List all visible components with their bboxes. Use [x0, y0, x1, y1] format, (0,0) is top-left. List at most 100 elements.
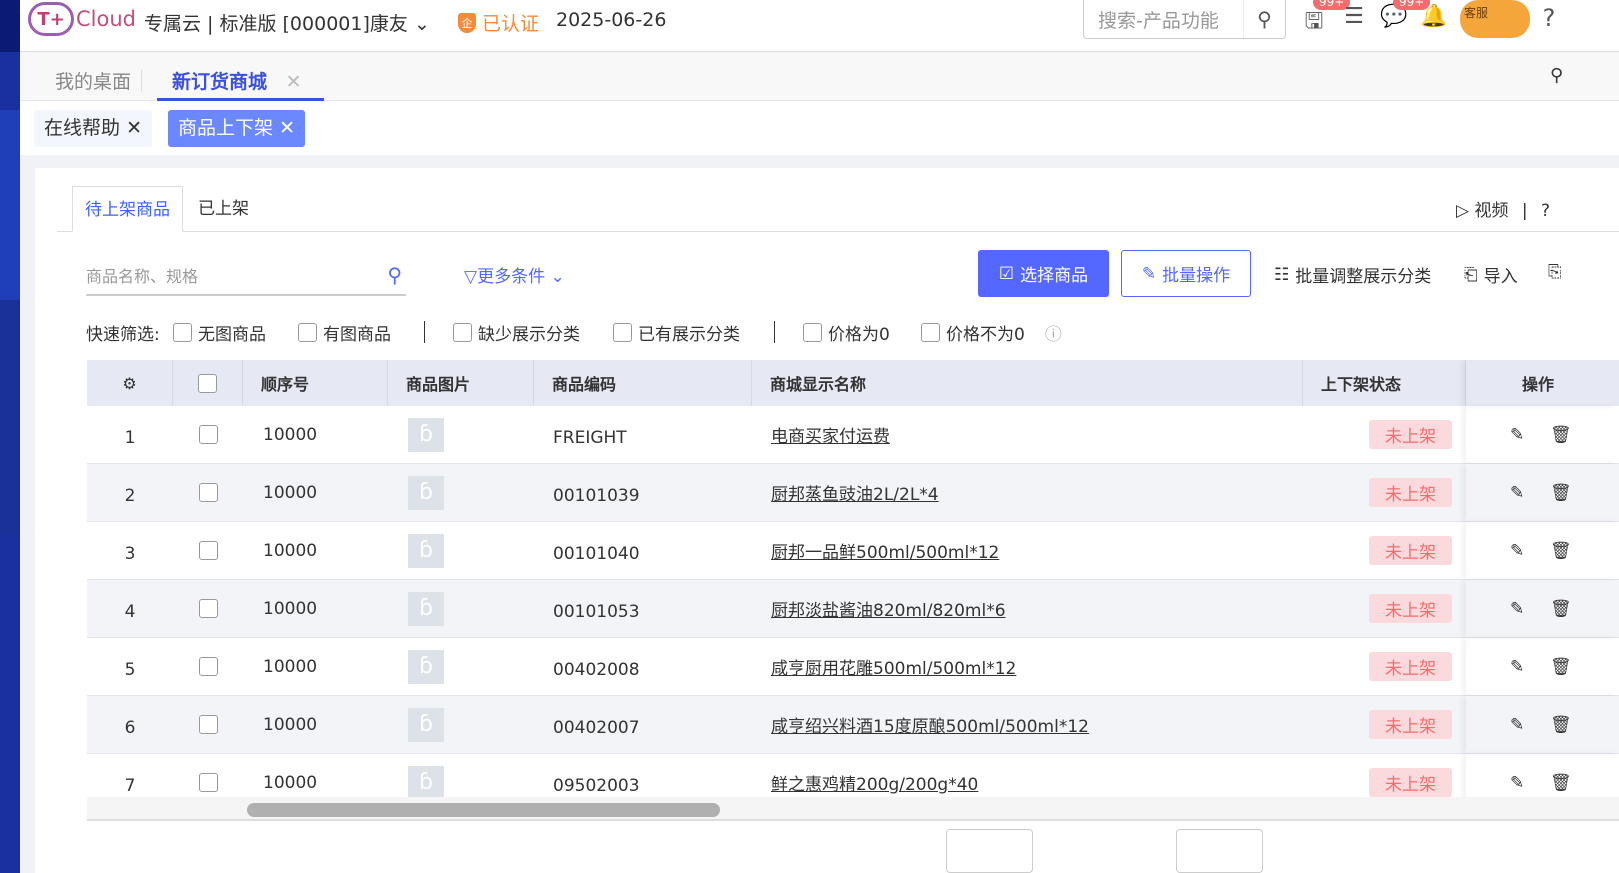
row-index: 1	[124, 427, 136, 448]
close-icon[interactable]: ✕	[286, 71, 302, 93]
edit-icon[interactable]: ✎	[1510, 541, 1524, 561]
settings-icon[interactable]: ⚙	[87, 360, 173, 406]
edit-icon: ✎	[1141, 263, 1157, 284]
delete-icon[interactable]: 🗑	[1550, 483, 1572, 503]
edit-icon[interactable]: ✎	[1510, 773, 1524, 793]
product-name-link[interactable]: 咸亨厨用花雕500ml/500ml*12	[771, 638, 1016, 695]
quick-filter-label: 快速筛选:	[86, 325, 160, 345]
col-code[interactable]: 商品编码	[534, 360, 752, 406]
import-button[interactable]: ⎗ 导入	[1464, 262, 1518, 288]
global-search[interactable]: 搜索-产品功能 ⚲	[1083, 0, 1286, 39]
row-index: 7	[124, 775, 136, 796]
edit-icon[interactable]: ✎	[1510, 425, 1524, 445]
row-code: 00402007	[553, 717, 640, 738]
task-list-icon[interactable]: ☰	[1340, 4, 1368, 32]
delete-icon[interactable]: 🗑	[1550, 599, 1572, 619]
product-name-link[interactable]: 咸亨绍兴料酒15度原酿500ml/500ml*12	[771, 696, 1089, 753]
filter-no-image[interactable]: 无图商品	[173, 320, 266, 345]
row-seq: 10000	[263, 598, 318, 619]
table-row[interactable]: 2 10000 ɓ 00101039 厨邦蒸鱼豉油2L/2L*4 未上架 ✎ 🗑	[87, 464, 1619, 522]
product-name-link[interactable]: 厨邦蒸鱼豉油2L/2L*4	[771, 464, 939, 521]
scrollbar-thumb[interactable]	[247, 803, 720, 817]
row-seq: 10000	[263, 540, 318, 561]
col-status[interactable]: 上下架状态	[1303, 360, 1466, 406]
product-name-link[interactable]: 厨邦一品鲜500ml/500ml*12	[771, 522, 999, 579]
product-search-input[interactable]: 商品名称、规格 ⚲	[86, 256, 406, 296]
image-placeholder-icon: ɓ	[408, 591, 444, 626]
image-placeholder-icon: ɓ	[408, 707, 444, 742]
page-size-select[interactable]	[1176, 829, 1263, 873]
product-image: ɓ	[408, 638, 444, 695]
account-selector[interactable]: 专属云 | 标准版 [000001]康友 ⌄	[144, 9, 430, 36]
row-seq: 10000	[263, 714, 318, 735]
product-name-link[interactable]: 电商买家付运费	[771, 406, 890, 463]
delete-icon[interactable]: 🗑	[1550, 541, 1572, 561]
more-filters-button[interactable]: ▽更多条件 ⌄	[464, 262, 565, 287]
status-badge: 未上架	[1369, 638, 1452, 695]
col-name[interactable]: 商城显示名称	[752, 360, 1303, 406]
filter-has-image[interactable]: 有图商品	[298, 320, 391, 345]
select-all-checkbox[interactable]	[173, 360, 243, 406]
page-input[interactable]	[946, 829, 1033, 873]
batch-operation-button[interactable]: ✎ 批量操作	[1121, 250, 1251, 297]
product-name-link[interactable]: 鲜之惠鸡精200g/200g*40	[771, 754, 978, 797]
product-name-link[interactable]: 厨邦淡盐酱油820ml/820ml*6	[771, 580, 1006, 637]
row-checkbox[interactable]	[173, 638, 243, 695]
export-icon[interactable]: ⎘	[1548, 262, 1562, 282]
row-code: 00402008	[553, 659, 640, 680]
table-row[interactable]: 6 10000 ɓ 00402007 咸亨绍兴料酒15度原酿500ml/500m…	[87, 696, 1619, 754]
tab-listed[interactable]: 已上架	[186, 186, 261, 232]
table-row[interactable]: 1 10000 ɓ FREIGHT 电商买家付运费 未上架 ✎ 🗑	[87, 406, 1619, 464]
tab-pending[interactable]: 待上架商品	[72, 186, 183, 232]
tab-new-mall[interactable]: 新订货商城 ✕	[157, 67, 324, 101]
edit-icon[interactable]: ✎	[1510, 657, 1524, 677]
batch-adjust-category-button[interactable]: ☷ 批量调整展示分类	[1274, 262, 1431, 288]
filter-has-category[interactable]: 已有展示分类	[613, 320, 740, 345]
horizontal-scrollbar[interactable]	[87, 797, 1619, 821]
table-row[interactable]: 5 10000 ɓ 00402008 咸亨厨用花雕500ml/500ml*12 …	[87, 638, 1619, 696]
video-link[interactable]: ▷ 视频 | ?	[1456, 196, 1550, 221]
delete-icon[interactable]: 🗑	[1550, 773, 1572, 793]
logo[interactable]: T+ Cloud	[28, 2, 136, 36]
image-placeholder-icon: ɓ	[408, 765, 444, 797]
help-icon: ?	[1541, 201, 1551, 221]
delete-icon[interactable]: 🗑	[1550, 715, 1572, 735]
status-badge: 未上架	[1369, 522, 1452, 579]
tag-product-listing[interactable]: 商品上下架 ✕	[168, 110, 305, 147]
col-seq[interactable]: 顺序号	[243, 360, 388, 406]
row-code: 00101040	[553, 543, 640, 564]
global-search-input[interactable]: 搜索-产品功能	[1084, 6, 1243, 33]
edit-icon[interactable]: ✎	[1510, 599, 1524, 619]
row-code: 00101039	[553, 485, 640, 506]
delete-icon[interactable]: 🗑	[1550, 425, 1572, 445]
row-checkbox[interactable]	[173, 754, 243, 797]
product-image: ɓ	[408, 754, 444, 797]
row-checkbox[interactable]	[173, 696, 243, 753]
table-row[interactable]: 7 10000 ɓ 09502003 鲜之惠鸡精200g/200g*40 未上架…	[87, 754, 1619, 797]
row-checkbox[interactable]	[173, 522, 243, 579]
row-index: 2	[124, 485, 136, 506]
row-checkbox[interactable]	[173, 464, 243, 521]
tab-desktop[interactable]: 我的桌面	[55, 67, 131, 94]
table-row[interactable]: 3 10000 ɓ 00101040 厨邦一品鲜500ml/500ml*12 未…	[87, 522, 1619, 580]
row-checkbox[interactable]	[173, 580, 243, 637]
play-icon: ▷	[1456, 201, 1470, 221]
filter-price-zero[interactable]: 价格为0	[803, 320, 890, 345]
col-image: 商品图片	[388, 360, 534, 406]
bell-icon[interactable]: 🔔	[1420, 4, 1448, 32]
table-row[interactable]: 4 10000 ɓ 00101053 厨邦淡盐酱油820ml/820ml*6 未…	[87, 580, 1619, 638]
tag-online-help[interactable]: 在线帮助 ✕	[34, 110, 152, 147]
search-icon[interactable]: ⚲	[1243, 0, 1285, 38]
help-icon[interactable]: ?	[1535, 4, 1563, 32]
select-products-button[interactable]: ☑ 选择商品	[978, 250, 1109, 297]
filter-missing-category[interactable]: 缺少展示分类	[453, 320, 580, 345]
search-icon[interactable]: ⚲	[1550, 65, 1563, 86]
delete-icon[interactable]: 🗑	[1550, 657, 1572, 677]
row-seq: 10000	[263, 772, 318, 793]
edit-icon[interactable]: ✎	[1510, 715, 1524, 735]
filter-price-nonzero[interactable]: 价格不为0 ⓘ	[921, 320, 1062, 345]
customer-service[interactable]: 客服	[1460, 0, 1530, 38]
row-checkbox[interactable]	[173, 406, 243, 463]
chevron-down-icon: ⌄	[550, 267, 565, 287]
edit-icon[interactable]: ✎	[1510, 483, 1524, 503]
